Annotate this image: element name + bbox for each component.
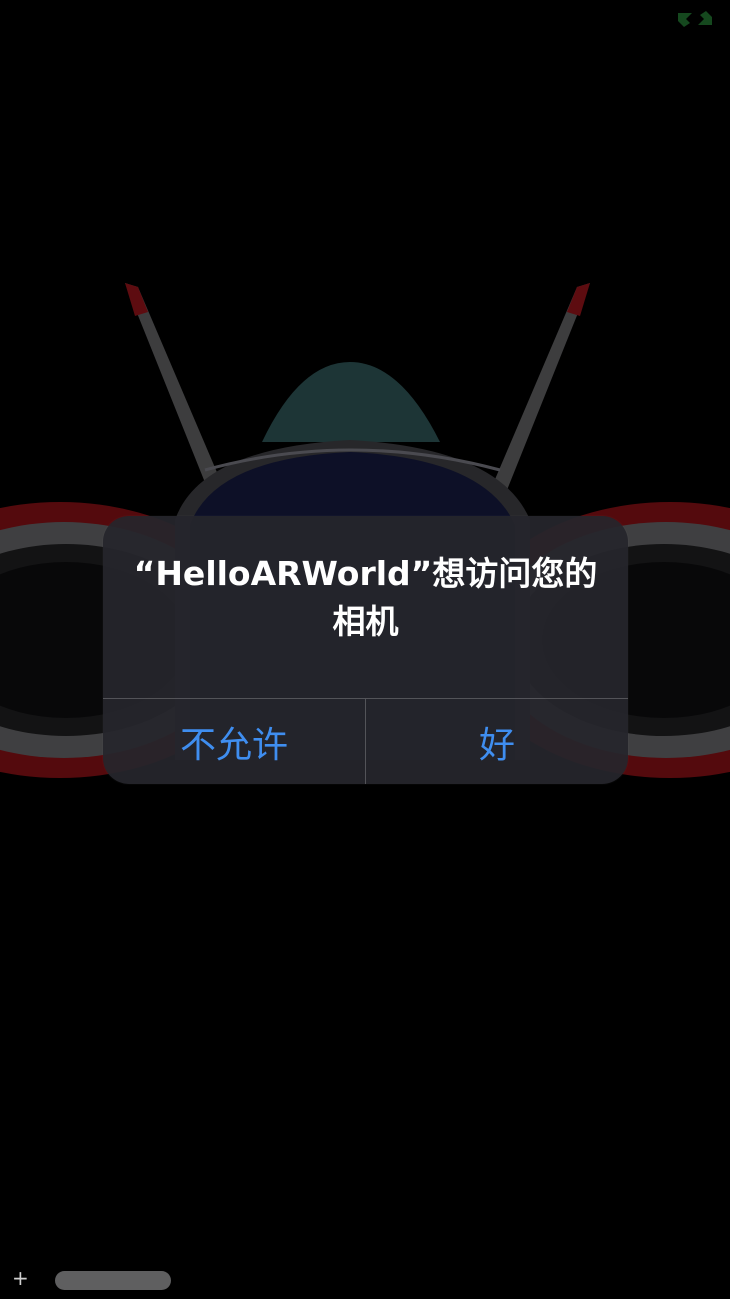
allow-button[interactable]: 好	[365, 699, 628, 784]
camera-permission-alert: “HelloARWorld”想访问您的相机 不允许 好	[103, 516, 628, 784]
home-indicator[interactable]	[55, 1271, 171, 1290]
alert-message: “HelloARWorld”想访问您的相机	[133, 554, 598, 641]
alert-actions: 不允许 好	[103, 698, 628, 784]
deny-button[interactable]: 不允许	[103, 699, 365, 784]
plus-icon[interactable]: +	[12, 1266, 29, 1290]
